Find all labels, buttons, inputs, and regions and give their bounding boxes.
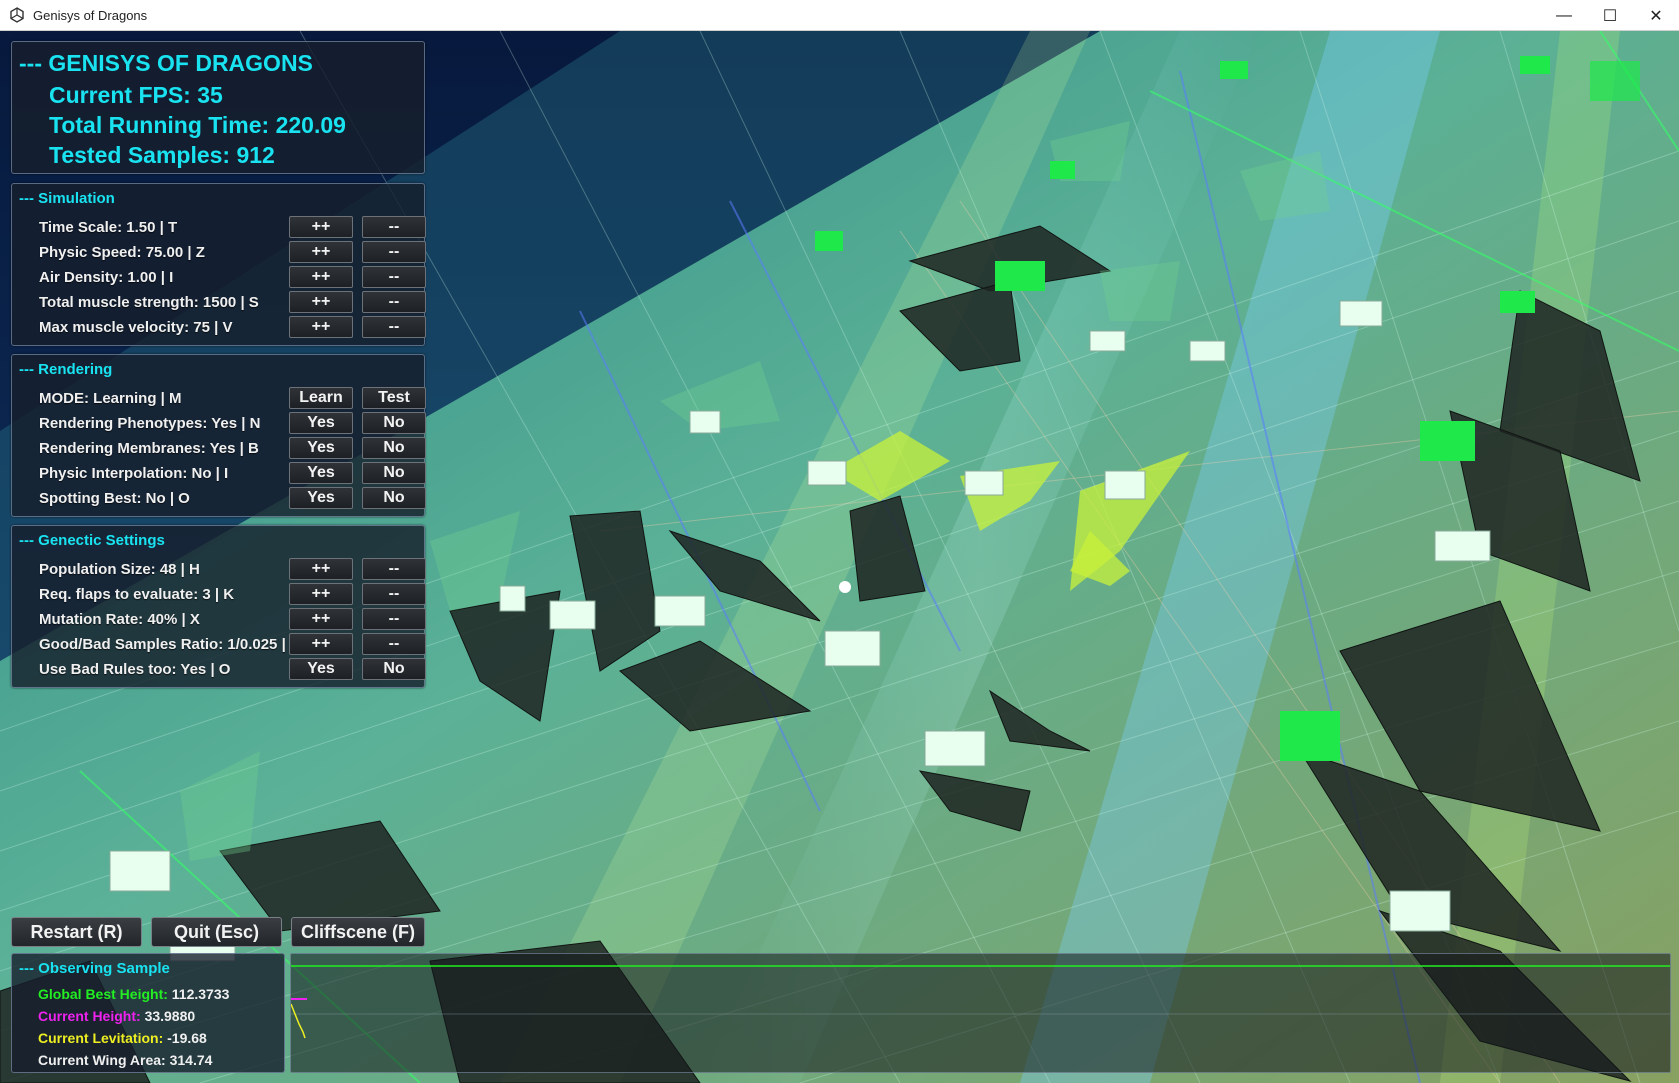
global-best-height: Global Best Height: 112.3733 — [38, 986, 229, 1002]
bad-rules-row: Use Bad Rules too: Yes | O Yes No — [39, 658, 426, 682]
maximize-button[interactable]: ☐ — [1587, 0, 1633, 31]
muscle-velocity-increase-button[interactable]: ++ — [289, 316, 353, 338]
interpolation-yes-button[interactable]: Yes — [289, 462, 353, 484]
flaps-increase-button[interactable]: ++ — [289, 583, 353, 605]
time-scale-label: Time Scale: 1.50 | T — [39, 219, 178, 236]
spotting-best-row: Spotting Best: No | O Yes No — [39, 487, 426, 511]
rendering-header: --- Rendering — [19, 361, 113, 378]
samples-ratio-decrease-button[interactable]: -- — [362, 633, 426, 655]
minimize-button[interactable]: — — [1541, 0, 1587, 31]
bad-rules-label: Use Bad Rules too: Yes | O — [39, 661, 231, 678]
levitation-trace — [290, 1003, 306, 1039]
mode-label: MODE: Learning | M — [39, 390, 182, 407]
height-graph — [290, 965, 1670, 1039]
rendering-panel: --- Rendering MODE: Learning | M Learn T… — [11, 354, 426, 517]
current-height: Current Height: 33.9880 — [38, 1008, 195, 1024]
spotting-best-no-button[interactable]: No — [362, 487, 426, 509]
stats-panel: --- GENISYS OF DRAGONS Current FPS: 35 T… — [11, 41, 425, 174]
physic-speed-decrease-button[interactable]: -- — [362, 241, 426, 263]
current-height-value: 33.9880 — [144, 1008, 196, 1024]
cliffscene-button[interactable]: Cliffscene (F) — [291, 917, 425, 947]
bad-rules-no-button[interactable]: No — [362, 658, 426, 680]
muscle-velocity-row: Max muscle velocity: 75 | V ++ -- — [39, 316, 426, 340]
total-running-time: Total Running Time: 220.09 — [49, 112, 346, 138]
current-wing-area-value: 314.74 — [169, 1052, 213, 1068]
phenotypes-yes-button[interactable]: Yes — [289, 412, 353, 434]
bad-rules-yes-button[interactable]: Yes — [289, 658, 353, 680]
learn-mode-button[interactable]: Learn — [289, 387, 353, 409]
test-mode-button[interactable]: Test — [362, 387, 426, 409]
air-density-increase-button[interactable]: ++ — [289, 266, 353, 288]
samples-ratio-row: Good/Bad Samples Ratio: 1/0.025 | Y ++ -… — [39, 633, 426, 657]
mutation-rate-increase-button[interactable]: ++ — [289, 608, 353, 630]
observing-sample-header: --- Observing Sample — [19, 960, 170, 977]
spotting-best-label: Spotting Best: No | O — [39, 490, 190, 507]
phenotypes-label: Rendering Phenotypes: Yes | N — [39, 415, 261, 432]
muscle-velocity-decrease-button[interactable]: -- — [362, 316, 426, 338]
mutation-rate-label: Mutation Rate: 40% | X — [39, 611, 200, 628]
phenotypes-row: Rendering Phenotypes: Yes | N Yes No — [39, 412, 426, 436]
interpolation-row: Physic Interpolation: No | I Yes No — [39, 462, 426, 486]
physic-speed-row: Physic Speed: 75.00 | Z ++ -- — [39, 241, 426, 265]
height-graph-panel — [290, 953, 1671, 1073]
window-title: Genisys of Dragons — [33, 7, 148, 23]
time-scale-increase-button[interactable]: ++ — [289, 216, 353, 238]
simulation-panel: --- Simulation Time Scale: 1.50 | T ++ -… — [11, 183, 426, 346]
phenotypes-no-button[interactable]: No — [362, 412, 426, 434]
muscle-strength-label: Total muscle strength: 1500 | S — [39, 294, 259, 311]
membranes-no-button[interactable]: No — [362, 437, 426, 459]
time-scale-decrease-button[interactable]: -- — [362, 216, 426, 238]
quit-button[interactable]: Quit (Esc) — [151, 917, 282, 947]
samples-ratio-increase-button[interactable]: ++ — [289, 633, 353, 655]
interpolation-label: Physic Interpolation: No | I — [39, 465, 229, 482]
simulation-header: --- Simulation — [19, 190, 115, 207]
interpolation-no-button[interactable]: No — [362, 462, 426, 484]
samples-ratio-label: Good/Bad Samples Ratio: 1/0.025 | Y — [39, 636, 300, 653]
unity-app-icon — [10, 7, 24, 23]
current-fps: Current FPS: 35 — [49, 82, 223, 108]
spotting-best-yes-button[interactable]: Yes — [289, 487, 353, 509]
current-wing-area: Current Wing Area: 314.74 — [38, 1052, 212, 1068]
window-controls: — ☐ ✕ — [1541, 0, 1679, 31]
restart-button[interactable]: Restart (R) — [11, 917, 142, 947]
current-levitation: Current Levitation: -19.68 — [38, 1030, 207, 1046]
population-size-label: Population Size: 48 | H — [39, 561, 200, 578]
air-density-decrease-button[interactable]: -- — [362, 266, 426, 288]
population-size-row: Population Size: 48 | H ++ -- — [39, 558, 426, 582]
close-button[interactable]: ✕ — [1633, 0, 1679, 31]
genetic-settings-panel: --- Genectic Settings Population Size: 4… — [11, 525, 426, 688]
flaps-to-evaluate-label: Req. flaps to evaluate: 3 | K — [39, 586, 235, 603]
current-wing-area-label: Current Wing Area: — [38, 1052, 166, 1068]
global-best-height-value: 112.3733 — [171, 986, 230, 1002]
current-levitation-value: -19.68 — [167, 1030, 207, 1046]
membranes-label: Rendering Membranes: Yes | B — [39, 440, 259, 457]
muscle-velocity-label: Max muscle velocity: 75 | V — [39, 319, 233, 336]
current-levitation-label: Current Levitation: — [38, 1030, 164, 1046]
air-density-label: Air Density: 1.00 | I — [39, 269, 174, 286]
genetic-settings-header: --- Genectic Settings — [19, 532, 165, 549]
physic-speed-label: Physic Speed: 75.00 | Z — [39, 244, 205, 261]
mutation-rate-row: Mutation Rate: 40% | X ++ -- — [39, 608, 426, 632]
global-best-height-label: Global Best Height: — [38, 986, 168, 1002]
population-size-increase-button[interactable]: ++ — [289, 558, 353, 580]
time-scale-row: Time Scale: 1.50 | T ++ -- — [39, 216, 426, 240]
tested-samples: Tested Samples: 912 — [49, 142, 275, 168]
current-height-label: Current Height: — [38, 1008, 141, 1024]
population-size-decrease-button[interactable]: -- — [362, 558, 426, 580]
membranes-row: Rendering Membranes: Yes | B Yes No — [39, 437, 426, 461]
observing-sample-panel: --- Observing Sample Global Best Height:… — [11, 953, 285, 1073]
game-title: --- GENISYS OF DRAGONS — [19, 50, 313, 76]
muscle-strength-row: Total muscle strength: 1500 | S ++ -- — [39, 291, 426, 315]
mutation-rate-decrease-button[interactable]: -- — [362, 608, 426, 630]
window-titlebar: Genisys of Dragons — ☐ ✕ — [0, 0, 1679, 31]
flaps-to-evaluate-row: Req. flaps to evaluate: 3 | K ++ -- — [39, 583, 426, 607]
muscle-strength-decrease-button[interactable]: -- — [362, 291, 426, 313]
flaps-decrease-button[interactable]: -- — [362, 583, 426, 605]
physic-speed-increase-button[interactable]: ++ — [289, 241, 353, 263]
air-density-row: Air Density: 1.00 | I ++ -- — [39, 266, 426, 290]
mode-row: MODE: Learning | M Learn Test — [39, 387, 426, 411]
muscle-strength-increase-button[interactable]: ++ — [289, 291, 353, 313]
membranes-yes-button[interactable]: Yes — [289, 437, 353, 459]
